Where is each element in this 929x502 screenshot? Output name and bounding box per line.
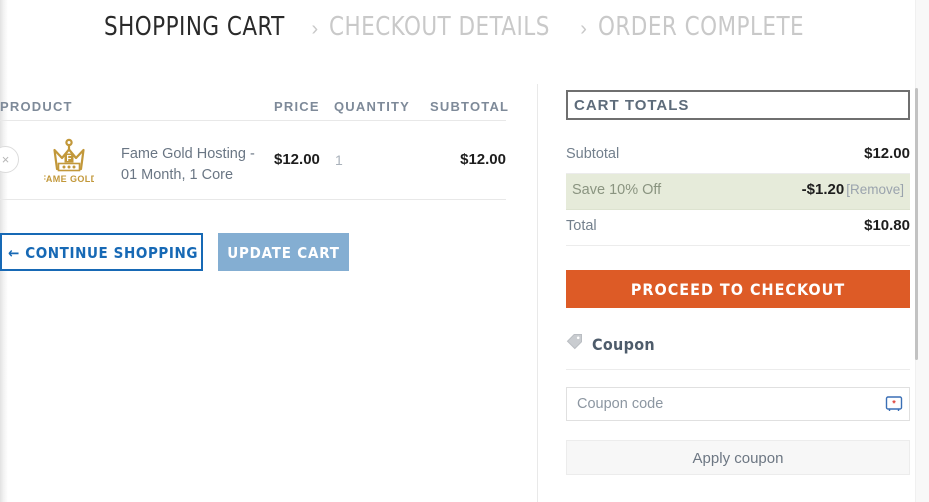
column-header-subtotal: SUBTOTAL [430, 99, 510, 114]
breadcrumb-separator-icon: › [580, 18, 587, 40]
product-price: $12.00 [274, 151, 320, 168]
svg-text:F: F [67, 154, 72, 163]
column-header-quantity: QUANTITY [334, 99, 411, 114]
proceed-to-checkout-button[interactable]: PROCEED TO CHECKOUT [566, 270, 910, 308]
totals-label-total: Total [566, 218, 597, 234]
cart-totals-heading: CART TOTALS [574, 97, 690, 114]
column-header-price: PRICE [274, 99, 320, 114]
product-thumbnail-label: FAME GOLD [44, 174, 94, 184]
coupon-divider [566, 369, 910, 370]
product-thumbnail-fame-gold-logo[interactable]: F FAME GOLD [40, 137, 97, 187]
discount-amount: -$1.20 [801, 181, 845, 198]
breadcrumb-separator-icon: › [311, 18, 319, 40]
breadcrumb-step-shopping-cart[interactable]: SHOPPING CART [104, 12, 285, 42]
product-name-link[interactable]: Fame Gold Hosting - 01 Month, 1 Core [121, 144, 266, 186]
remove-item-button[interactable]: × [0, 146, 19, 173]
coupon-section-header: Coupon [566, 333, 655, 355]
breadcrumb-step-order-complete[interactable]: ORDER COMPLETE [598, 12, 804, 42]
column-header-product: PRODUCT [0, 99, 73, 114]
remove-coupon-link[interactable]: [Remove] [846, 182, 904, 197]
totals-value-discount: -$1.20 [Remove] [802, 181, 904, 198]
table-row: × F FAME GOLD Fame Gold [0, 121, 506, 200]
cart-totals-heading-box: CART TOTALS [566, 90, 910, 120]
totals-row-discount: Save 10% Off -$1.20 [Remove] [566, 174, 910, 210]
totals-label-discount: Save 10% Off [572, 182, 662, 198]
tag-icon [566, 333, 583, 355]
coupon-heading: Coupon [592, 334, 655, 354]
coupon-code-input[interactable] [566, 387, 910, 421]
column-divider [537, 84, 538, 502]
cart-table: PRODUCT PRICE QUANTITY SUBTOTAL × F AME … [0, 92, 510, 200]
continue-shopping-button[interactable]: ← CONTINUE SHOPPING [0, 233, 203, 271]
vertical-scrollbar-thumb[interactable] [915, 88, 918, 360]
totals-row-total: Total $10.80 [566, 210, 910, 246]
totals-value-total: $10.80 [864, 217, 910, 234]
totals-row-subtotal: Subtotal $12.00 [566, 138, 910, 174]
quantity-stepper[interactable]: 1 [335, 152, 343, 168]
apply-coupon-button[interactable]: Apply coupon [566, 440, 910, 475]
breadcrumb-step-checkout-details[interactable]: CHECKOUT DETAILS [329, 12, 550, 42]
product-subtotal: $12.00 [460, 151, 506, 168]
cart-table-header-row: PRODUCT PRICE QUANTITY SUBTOTAL [0, 92, 510, 121]
cart-totals-panel: CART TOTALS Subtotal $12.00 Save 10% Off… [566, 90, 910, 246]
breadcrumb: SHOPPING CART › CHECKOUT DETAILS › ORDER… [104, 12, 822, 42]
coupon-input-wrapper: * [566, 387, 910, 421]
update-cart-button[interactable]: UPDATE CART [218, 233, 349, 271]
password-manager-icon[interactable]: * [885, 395, 903, 413]
shopping-cart-page: SHOPPING CART › CHECKOUT DETAILS › ORDER… [0, 0, 929, 502]
totals-label-subtotal: Subtotal [566, 146, 620, 162]
svg-text:*: * [892, 399, 896, 409]
totals-value-subtotal: $12.00 [864, 145, 910, 162]
